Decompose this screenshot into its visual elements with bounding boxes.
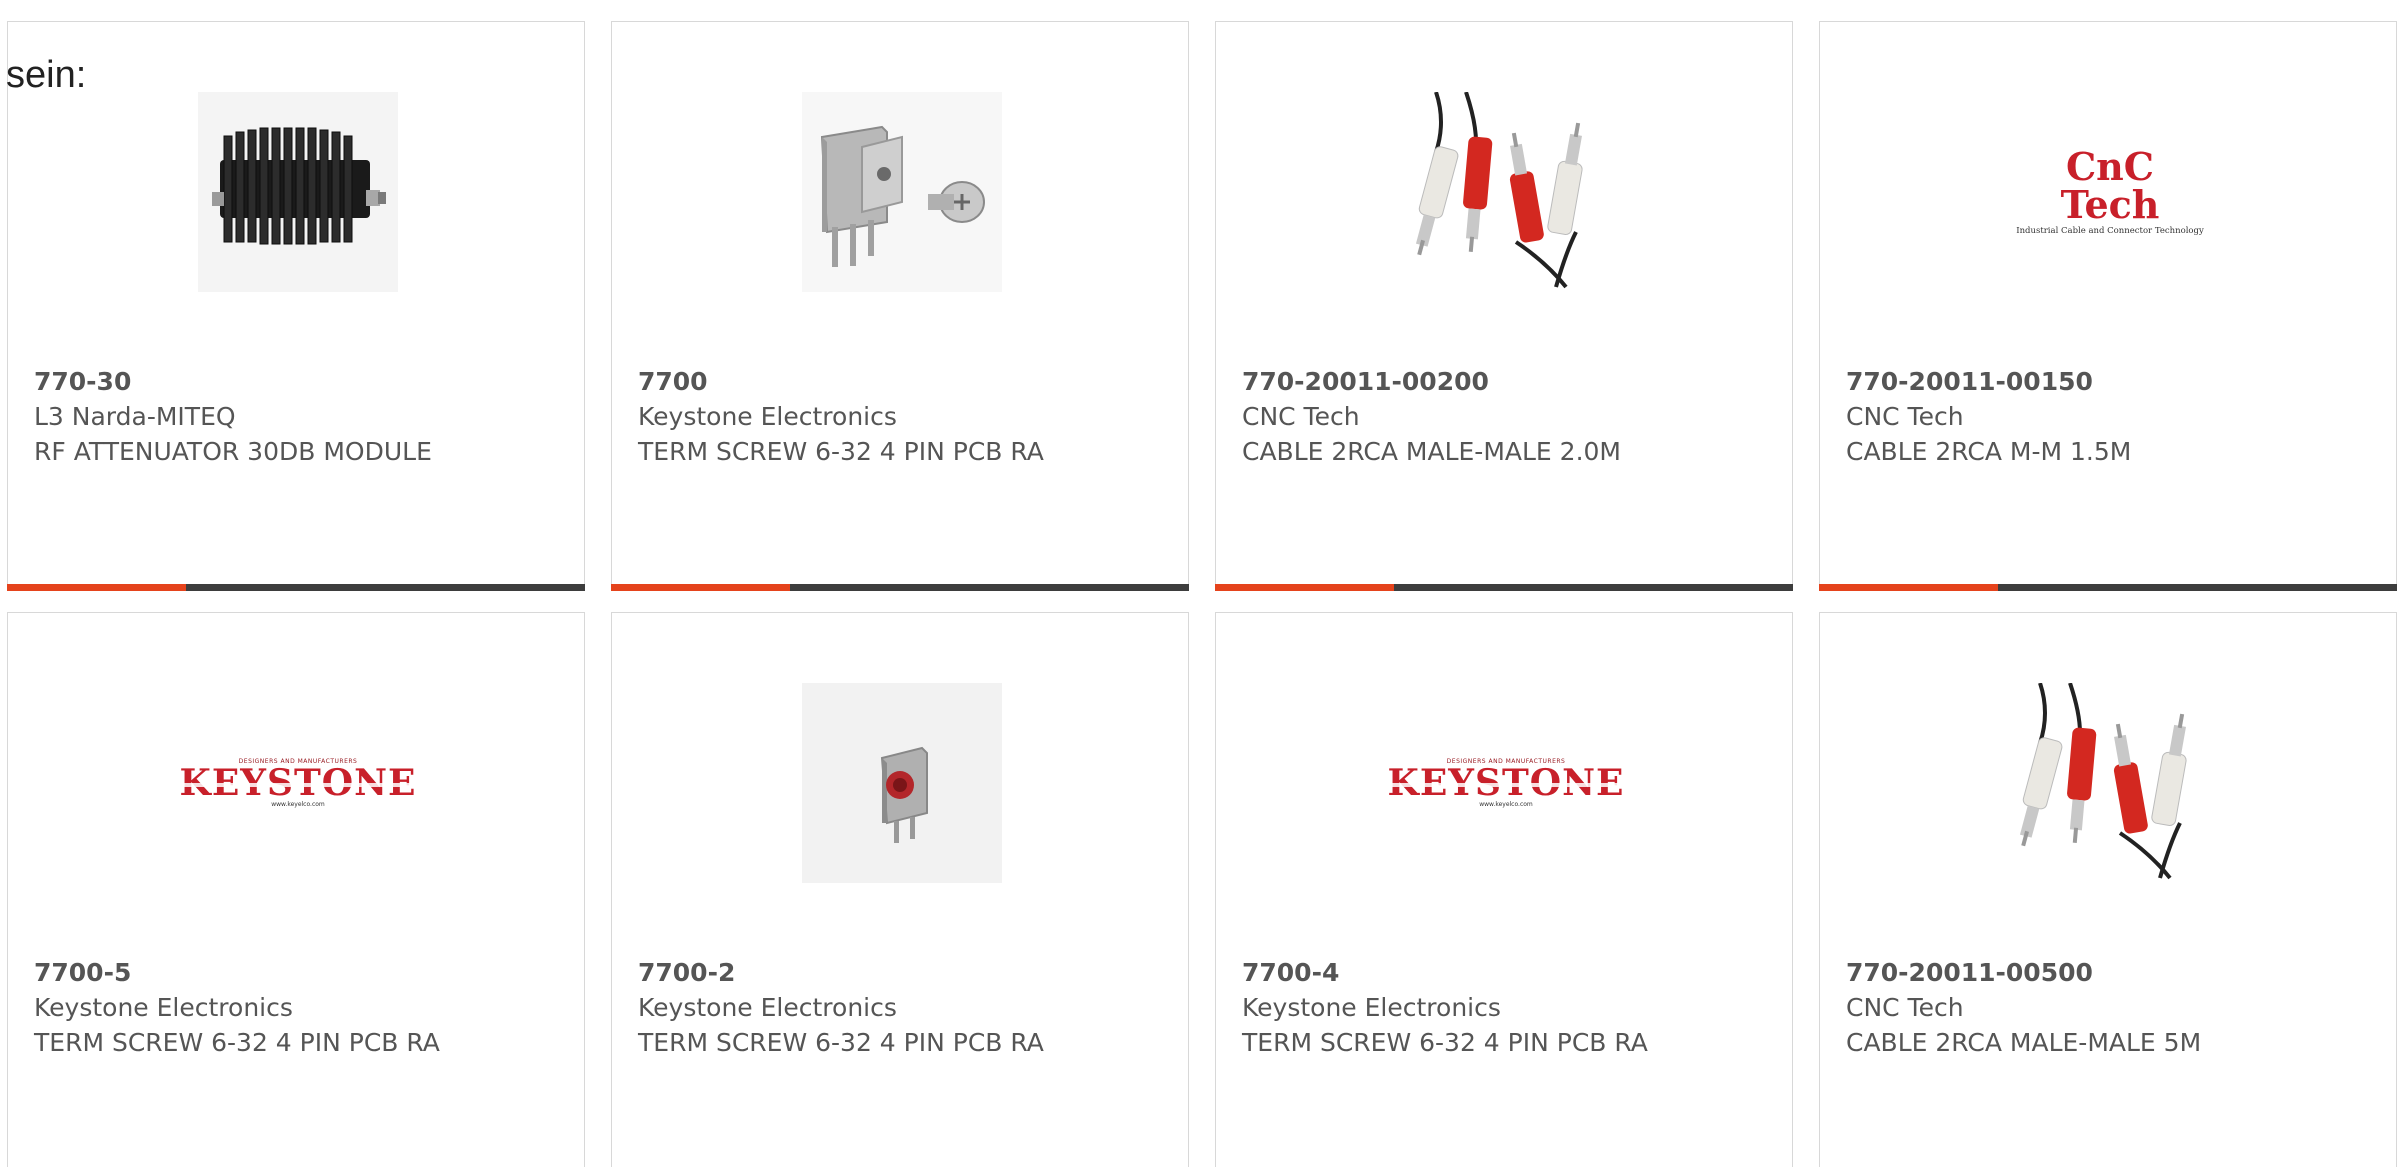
- product-card[interactable]: DESIGNERS AND MANUFACTURERS KEYSTONE www…: [1215, 612, 1793, 1167]
- product-card[interactable]: 7700 Keystone Electronics TERM SCREW 6-3…: [611, 21, 1189, 591]
- part-number[interactable]: 770-20011-00200: [1242, 364, 1621, 399]
- rca-cable-image: [2010, 683, 2210, 883]
- part-number[interactable]: 7700-4: [1242, 955, 1648, 990]
- manufacturer: Keystone Electronics: [1242, 993, 1501, 1022]
- part-number[interactable]: 770-20011-00150: [1846, 364, 2131, 399]
- cnc-tech-logo: CnC Tech Industrial Cable and Connector …: [2010, 92, 2210, 292]
- manufacturer: Keystone Electronics: [638, 993, 897, 1022]
- part-number[interactable]: 7700-2: [638, 955, 1044, 990]
- description: CABLE 2RCA MALE-MALE 5M: [1846, 1028, 2202, 1057]
- card-accent-fill: [611, 584, 791, 591]
- part-number[interactable]: 7700-5: [34, 955, 440, 990]
- description: TERM SCREW 6-32 4 PIN PCB RA: [34, 1028, 440, 1057]
- description: TERM SCREW 6-32 4 PIN PCB RA: [638, 437, 1044, 466]
- manufacturer: CNC Tech: [1242, 402, 1360, 431]
- product-info: 7700 Keystone Electronics TERM SCREW 6-3…: [638, 364, 1044, 469]
- product-card[interactable]: CnC Tech Industrial Cable and Connector …: [1819, 21, 2397, 591]
- product-info: 770-20011-00150 CNC Tech CABLE 2RCA M-M …: [1846, 364, 2131, 469]
- product-card[interactable]: 770-20011-00200 CNC Tech CABLE 2RCA MALE…: [1215, 21, 1793, 591]
- manufacturer: L3 Narda-MITEQ: [34, 402, 236, 431]
- cnc-logo-text: CnC Tech: [2060, 144, 2160, 227]
- description: RF ATTENUATOR 30DB MODULE: [34, 437, 432, 466]
- product-card[interactable]: DESIGNERS AND MANUFACTURERS KEYSTONE www…: [7, 612, 585, 1167]
- description: CABLE 2RCA MALE-MALE 2.0M: [1242, 437, 1622, 466]
- keystone-logo-text: KEYSTONE: [1387, 762, 1625, 804]
- card-accent-bar: [7, 584, 585, 591]
- card-accent-bar: [1819, 584, 2397, 591]
- product-card[interactable]: 7700-2 Keystone Electronics TERM SCREW 6…: [611, 612, 1189, 1167]
- product-info: 770-20011-00200 CNC Tech CABLE 2RCA MALE…: [1242, 364, 1621, 469]
- cnc-logo-subtext: Industrial Cable and Connector Technolog…: [2016, 226, 2204, 236]
- product-info: 7700-2 Keystone Electronics TERM SCREW 6…: [638, 955, 1044, 1060]
- description: CABLE 2RCA M-M 1.5M: [1846, 437, 2132, 466]
- rca-cable-image: [1406, 92, 1606, 292]
- rf-attenuator-image: [198, 92, 398, 292]
- card-accent-fill: [7, 584, 187, 591]
- description: TERM SCREW 6-32 4 PIN PCB RA: [638, 1028, 1044, 1057]
- product-info: 7700-4 Keystone Electronics TERM SCREW 6…: [1242, 955, 1648, 1060]
- product-card[interactable]: 770-20011-00500 CNC Tech CABLE 2RCA MALE…: [1819, 612, 2397, 1167]
- product-info: 770-30 L3 Narda-MITEQ RF ATTENUATOR 30DB…: [34, 364, 432, 469]
- card-accent-bar: [1215, 584, 1793, 591]
- card-accent-fill: [1819, 584, 1999, 591]
- card-accent-bar: [611, 584, 1189, 591]
- part-number[interactable]: 7700: [638, 364, 1044, 399]
- keystone-logo: DESIGNERS AND MANUFACTURERS KEYSTONE www…: [1387, 683, 1625, 883]
- manufacturer: CNC Tech: [1846, 993, 1964, 1022]
- part-number[interactable]: 770-30: [34, 364, 432, 399]
- intro-text: sein:: [6, 54, 87, 96]
- manufacturer: Keystone Electronics: [638, 402, 897, 431]
- product-card[interactable]: 770-30 L3 Narda-MITEQ RF ATTENUATOR 30DB…: [7, 21, 585, 591]
- manufacturer: Keystone Electronics: [34, 993, 293, 1022]
- manufacturer: CNC Tech: [1846, 402, 1964, 431]
- product-info: 770-20011-00500 CNC Tech CABLE 2RCA MALE…: [1846, 955, 2201, 1060]
- terminal-screw-image: [802, 92, 1002, 292]
- keystone-logo-text: KEYSTONE: [179, 762, 417, 804]
- description: TERM SCREW 6-32 4 PIN PCB RA: [1242, 1028, 1648, 1057]
- keystone-logo: DESIGNERS AND MANUFACTURERS KEYSTONE www…: [179, 683, 417, 883]
- terminal-small-image: [802, 683, 1002, 883]
- card-accent-fill: [1215, 584, 1395, 591]
- part-number[interactable]: 770-20011-00500: [1846, 955, 2201, 990]
- product-info: 7700-5 Keystone Electronics TERM SCREW 6…: [34, 955, 440, 1060]
